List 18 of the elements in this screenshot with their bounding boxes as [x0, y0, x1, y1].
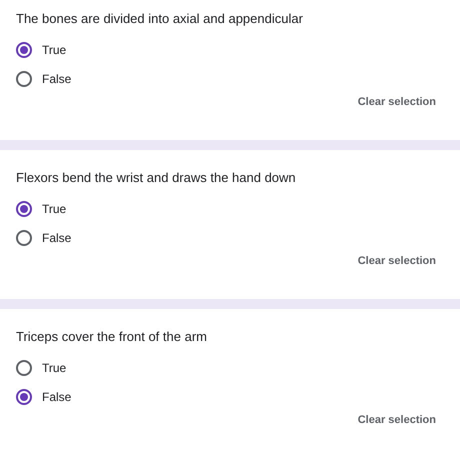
clear-selection-button[interactable]: Clear selection [356, 252, 438, 270]
radio-button[interactable] [16, 200, 32, 217]
option-label: True [42, 42, 66, 59]
option-label: False [42, 71, 72, 88]
option-label: True [42, 360, 66, 378]
question-text: Flexors bend the wrist and draws the hand down [16, 170, 297, 186]
option-label: True [42, 200, 66, 218]
radio-button[interactable] [16, 230, 32, 246]
radio-button[interactable] [16, 42, 32, 58]
clear-selection-button[interactable]: Clear selection [356, 412, 438, 429]
radio-button[interactable] [16, 71, 32, 87]
clear-selection-button[interactable]: Clear selection [356, 94, 438, 110]
option-label: False [42, 230, 72, 247]
option-label: False [42, 389, 72, 406]
radio-button[interactable] [16, 360, 32, 376]
question-text: Triceps cover the front of the arm [16, 329, 208, 346]
radio-button[interactable] [16, 389, 32, 406]
question-text: The bones are divided into axial and appendicular [16, 11, 304, 27]
